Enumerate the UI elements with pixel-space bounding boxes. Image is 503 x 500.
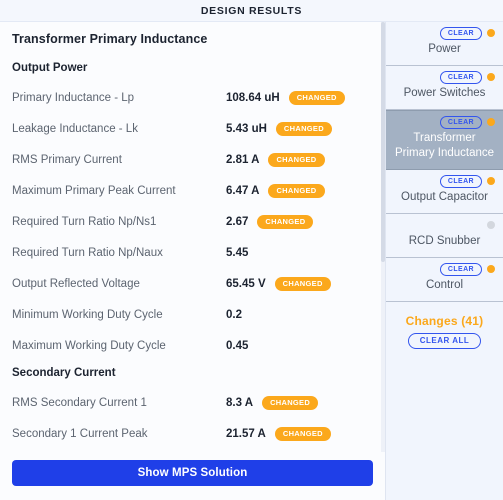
- group-title: Secondary Current: [12, 367, 116, 379]
- result-row: Primary Inductance - Lp 108.64 uH CHANGED: [12, 82, 373, 113]
- result-row: Secondary 1 Current Peak 21.57 A CHANGED: [12, 418, 373, 449]
- result-row-value: 6.47 A: [226, 184, 260, 197]
- result-row: RMS Primary Current 2.81 A CHANGED: [12, 144, 373, 175]
- results-panel: Transformer Primary Inductance Output Po…: [0, 22, 385, 500]
- result-row: Leakage Inductance - Lk 5.43 uH CHANGED: [12, 113, 373, 144]
- result-row-value: 2.81 A: [226, 153, 260, 166]
- results-content: Transformer Primary Inductance Output Po…: [0, 22, 385, 452]
- result-row-label: Output Reflected Voltage: [12, 277, 140, 290]
- window-body: Transformer Primary Inductance Output Po…: [0, 22, 503, 500]
- sidebar-item-controls: CLEAR: [394, 70, 495, 84]
- status-dot-changed-icon: [487, 177, 495, 185]
- result-row-value: 0.2: [226, 308, 242, 321]
- results-footer: Show MPS Solution: [0, 452, 385, 500]
- results-rows: Primary Inductance - Lp 108.64 uH CHANGED L…: [12, 82, 373, 361]
- window-header: DESIGN RESULTS: [0, 0, 503, 22]
- sidebar-item[interactable]: CLEAR Transformer Primary Inductance: [386, 110, 503, 170]
- sidebar-items: CLEAR Power CLEAR Power Switches CLEAR Transf…: [386, 22, 503, 302]
- clear-button[interactable]: CLEAR: [439, 70, 482, 84]
- sidebar-item-controls: CLEAR: [394, 115, 495, 129]
- page-title: DESIGN RESULTS: [200, 4, 303, 17]
- sidebar-item[interactable]: CLEAR Control: [386, 258, 503, 302]
- show-mps-solution-button[interactable]: Show MPS Solution: [12, 460, 373, 486]
- result-row-value: 65.45 V: [226, 277, 266, 290]
- sidebar-item-controls: [394, 218, 495, 232]
- result-row-value: 5.45: [226, 246, 249, 259]
- sidebar: CLEAR Power CLEAR Power Switches CLEAR Transf…: [385, 22, 503, 500]
- result-row-label: RMS Primary Current: [12, 153, 122, 166]
- clear-button[interactable]: CLEAR: [439, 26, 482, 40]
- changed-badge: CHANGED: [268, 152, 325, 167]
- design-results-window: DESIGN RESULTS Transformer Primary Induc…: [0, 0, 503, 500]
- result-row-label: Maximum Primary Peak Current: [12, 184, 176, 197]
- results-groups: Output Power Primary Inductance - Lp 108.6…: [12, 62, 373, 449]
- result-row-value: 108.64 uH: [226, 91, 280, 104]
- result-row: Maximum Primary Peak Current 6.47 A CHANGE…: [12, 175, 373, 206]
- result-row-value: 2.67: [226, 215, 249, 228]
- changes-count-label: Changes (41): [405, 314, 484, 328]
- sidebar-item-controls: CLEAR: [394, 26, 495, 40]
- changed-badge: CHANGED: [275, 121, 332, 136]
- changed-badge: CHANGED: [274, 276, 331, 291]
- sidebar-item[interactable]: CLEAR Power: [386, 22, 503, 66]
- sidebar-item-label: Output Capacitor: [401, 191, 488, 203]
- results-rows: RMS Secondary Current 1 8.3 A CHANGED Secon…: [12, 387, 373, 449]
- result-row-label: Maximum Working Duty Cycle: [12, 339, 166, 352]
- clear-all-button[interactable]: CLEAR ALL: [407, 333, 482, 349]
- result-row: Maximum Working Duty Cycle 0.45: [12, 330, 373, 361]
- sidebar-item-label: Transformer Primary Inductance: [394, 132, 495, 159]
- result-row: RMS Secondary Current 1 8.3 A CHANGED: [12, 387, 373, 418]
- result-row: Output Reflected Voltage 65.45 V CHANGED: [12, 268, 373, 299]
- clear-button[interactable]: CLEAR: [439, 115, 482, 129]
- result-row-label: Required Turn Ratio Np/Naux: [12, 246, 163, 259]
- status-dot-changed-icon: [487, 29, 495, 37]
- sidebar-item[interactable]: CLEAR Power Switches: [386, 66, 503, 110]
- result-row-label: Primary Inductance - Lp: [12, 91, 135, 104]
- result-row: Required Turn Ratio Np/Ns1 2.67 CHANGED: [12, 206, 373, 237]
- clear-button[interactable]: CLEAR: [439, 174, 482, 188]
- section-title: Transformer Primary Inductance: [12, 32, 208, 46]
- panel-scrollbar[interactable]: [381, 22, 385, 452]
- results-scroll-container: Transformer Primary Inductance Output Po…: [0, 22, 385, 452]
- group-title: Output Power: [12, 62, 88, 74]
- changed-badge: CHANGED: [262, 395, 319, 410]
- sidebar-item-controls: CLEAR: [394, 262, 495, 276]
- changed-badge: CHANGED: [288, 90, 345, 105]
- sidebar-item[interactable]: CLEAR Output Capacitor: [386, 170, 503, 214]
- sidebar-filler: [386, 349, 503, 500]
- changed-badge: CHANGED: [257, 214, 314, 229]
- result-row-label: Secondary 1 Current Peak: [12, 427, 148, 440]
- sidebar-item-controls: CLEAR: [394, 174, 495, 188]
- result-row-label: Minimum Working Duty Cycle: [12, 308, 163, 321]
- sidebar-item-label: Power: [428, 43, 461, 55]
- clear-button[interactable]: CLEAR: [439, 262, 482, 276]
- sidebar-item-label: Power Switches: [403, 87, 486, 99]
- sidebar-item-label: Control: [425, 279, 464, 291]
- changed-badge: CHANGED: [268, 183, 325, 198]
- status-dot-changed-icon: [487, 73, 495, 81]
- result-row-label: Leakage Inductance - Lk: [12, 122, 138, 135]
- result-row: Minimum Working Duty Cycle 0.2: [12, 299, 373, 330]
- status-dot-inactive-icon: [487, 221, 495, 229]
- result-row-value: 21.57 A: [226, 427, 266, 440]
- result-row-label: RMS Secondary Current 1: [12, 396, 147, 409]
- result-row-label: Required Turn Ratio Np/Ns1: [12, 215, 157, 228]
- result-row-value: 0.45: [226, 339, 249, 352]
- changed-badge: CHANGED: [274, 426, 331, 441]
- result-row-value: 5.43 uH: [226, 122, 267, 135]
- changes-block: Changes (41) CLEAR ALL: [386, 302, 503, 349]
- sidebar-item-label: RCD Snubber: [408, 235, 481, 247]
- status-dot-changed-icon: [487, 118, 495, 126]
- panel-scrollbar-thumb[interactable]: [381, 22, 385, 262]
- status-dot-changed-icon: [487, 265, 495, 273]
- result-row: Required Turn Ratio Np/Naux 5.45: [12, 237, 373, 268]
- sidebar-item[interactable]: RCD Snubber: [386, 214, 503, 258]
- result-row-value: 8.3 A: [226, 396, 254, 409]
